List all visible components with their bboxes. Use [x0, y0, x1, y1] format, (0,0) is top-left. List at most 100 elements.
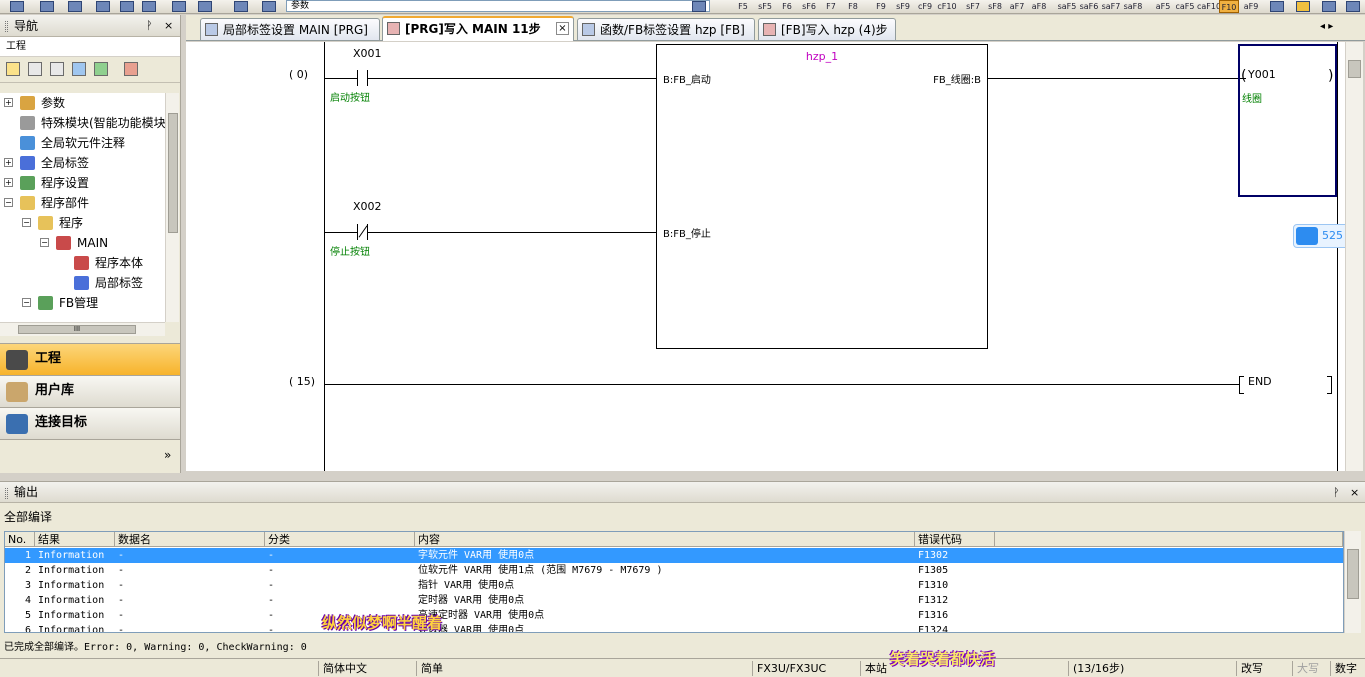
- function-key-button[interactable]: F5: [733, 0, 753, 13]
- tree-vertical-scrollbar[interactable]: [165, 93, 179, 322]
- function-block[interactable]: hzp_1 B:FB_启动 B:FB_停止 FB_线圈:B: [656, 44, 988, 349]
- function-key-button[interactable]: saF6: [1079, 0, 1099, 13]
- contact-x002-left[interactable]: [357, 224, 358, 240]
- function-key-button[interactable]: aF7: [1007, 0, 1027, 13]
- function-key-button[interactable]: F6: [777, 0, 797, 13]
- function-key-button[interactable]: saF7: [1101, 0, 1121, 13]
- col-header-result[interactable]: 结果: [35, 532, 115, 547]
- toolbar-options-icon[interactable]: [1346, 1, 1360, 12]
- table-row[interactable]: 5 Information - - 高速定时器 VAR用 使用0点 F1316: [5, 608, 1343, 623]
- close-icon[interactable]: ×: [164, 15, 173, 37]
- write-mode-icon[interactable]: [1296, 1, 1310, 12]
- function-key-button[interactable]: cF10: [937, 0, 957, 13]
- copy-icon[interactable]: [28, 62, 42, 76]
- collapse-icon[interactable]: −: [4, 198, 13, 207]
- output-vertical-scrollbar[interactable]: [1344, 531, 1361, 633]
- new-item-icon[interactable]: [6, 62, 20, 76]
- find-icon[interactable]: [234, 1, 248, 12]
- tree-horizontal-scrollbar[interactable]: III: [0, 322, 165, 336]
- collapse-icon[interactable]: −: [22, 298, 31, 307]
- cloud-download-badge[interactable]: 525: [1293, 224, 1349, 248]
- device-icon[interactable]: [262, 1, 276, 12]
- nav-button-project[interactable]: 工程: [0, 343, 180, 375]
- coil-selection-cursor[interactable]: [1238, 44, 1337, 197]
- compile-icon[interactable]: [142, 1, 156, 12]
- project-icon[interactable]: [10, 1, 24, 12]
- table-row[interactable]: 4 Information - - 定时器 VAR用 使用0点 F1312: [5, 593, 1343, 608]
- property-icon[interactable]: [72, 62, 86, 76]
- scroll-thumb[interactable]: [1348, 60, 1361, 78]
- tab-local-label-main[interactable]: 局部标签设置 MAIN [PRG]: [200, 18, 380, 40]
- expand-icon[interactable]: +: [4, 178, 13, 187]
- paste-icon[interactable]: [50, 62, 64, 76]
- read-mode-icon[interactable]: [1322, 1, 1336, 12]
- tab-fb-write-hzp[interactable]: [FB]写入 hzp (4)步: [758, 18, 896, 40]
- nav-button-user-library[interactable]: 用户库: [0, 375, 180, 407]
- function-key-button[interactable]: saF8: [1123, 0, 1143, 13]
- dropdown-icon[interactable]: [692, 1, 706, 12]
- end-instruction[interactable]: END: [1248, 375, 1272, 388]
- grip-icon[interactable]: [5, 21, 8, 32]
- table-row[interactable]: 6 Information - - 计数器 VAR用 使用0点 F1324: [5, 623, 1343, 632]
- col-header-content[interactable]: 内容: [415, 532, 915, 547]
- function-key-button[interactable]: caF10: [1197, 0, 1221, 13]
- function-key-button[interactable]: F7: [821, 0, 841, 13]
- editor-vertical-scrollbar[interactable]: [1345, 42, 1363, 471]
- print-icon[interactable]: [96, 1, 110, 12]
- tab-close-icon[interactable]: ×: [556, 22, 569, 35]
- expand-icon[interactable]: +: [4, 158, 13, 167]
- tab-scroll-arrows[interactable]: ◂ ▸: [1320, 21, 1333, 32]
- col-header-no[interactable]: No.: [5, 532, 35, 547]
- more-icon[interactable]: »: [164, 448, 171, 462]
- hscroll-thumb[interactable]: III: [18, 325, 136, 334]
- nav-button-connection[interactable]: 连接目标: [0, 407, 180, 439]
- pin-icon[interactable]: ᚹ: [146, 15, 153, 37]
- collapse-icon[interactable]: −: [22, 218, 31, 227]
- function-key-button[interactable]: F10: [1219, 0, 1239, 13]
- function-key-button[interactable]: cF9: [915, 0, 935, 13]
- contact-x001-left[interactable]: [357, 70, 358, 86]
- monitor-icon[interactable]: [120, 1, 134, 12]
- contact-x002-label[interactable]: X002: [353, 200, 382, 213]
- contact-x001-label[interactable]: X001: [353, 47, 382, 60]
- view-icon[interactable]: [172, 1, 186, 12]
- table-row[interactable]: 1 Information - - 字软元件 VAR用 使用0点 F1302: [5, 548, 1343, 563]
- coil-y001-label[interactable]: Y001: [1248, 68, 1276, 81]
- function-key-button[interactable]: F9: [871, 0, 891, 13]
- close-icon[interactable]: ×: [1350, 482, 1359, 503]
- ladder-editor[interactable]: ( 0) X001 启动按钮 X002 停止按钮 hzp_1 B:FB_启动 B…: [186, 42, 1349, 471]
- settings-dropdown-icon[interactable]: [124, 62, 138, 76]
- function-key-button[interactable]: saF5: [1057, 0, 1077, 13]
- scroll-thumb[interactable]: [168, 113, 178, 233]
- table-row[interactable]: 3 Information - - 指针 VAR用 使用0点 F1310: [5, 578, 1343, 593]
- function-key-button[interactable]: sF9: [893, 0, 913, 13]
- table-row[interactable]: 2 Information - - 位软元件 VAR用 使用1点 (范围 M7679 -…: [5, 563, 1343, 578]
- function-key-button[interactable]: sF5: [755, 0, 775, 13]
- collapse-icon[interactable]: −: [40, 238, 49, 247]
- pin-icon[interactable]: ᚹ: [1333, 482, 1340, 503]
- function-key-button[interactable]: F8: [843, 0, 863, 13]
- function-key-button[interactable]: sF7: [963, 0, 983, 13]
- col-header-data-name[interactable]: 数据名: [115, 532, 265, 547]
- tab-fb-label-hzp[interactable]: 函数/FB标签设置 hzp [FB]: [577, 18, 755, 40]
- col-header-error-code[interactable]: 错误代码: [915, 532, 995, 547]
- grip-icon[interactable]: [5, 488, 8, 499]
- open-icon[interactable]: [40, 1, 54, 12]
- save-icon[interactable]: [68, 1, 82, 12]
- function-key-button[interactable]: sF6: [799, 0, 819, 13]
- rung-line: [368, 232, 656, 233]
- function-key-button[interactable]: aF9: [1241, 0, 1261, 13]
- function-key-button[interactable]: sF8: [985, 0, 1005, 13]
- zoom-icon[interactable]: [198, 1, 212, 12]
- tab-prg-write-main[interactable]: [PRG]写入 MAIN 11步 ×: [382, 16, 574, 41]
- ladder-mode-icon[interactable]: [1270, 1, 1284, 12]
- toolbar-combo[interactable]: 参数: [286, 0, 710, 12]
- label-icon: [74, 276, 89, 290]
- col-header-category[interactable]: 分类: [265, 532, 415, 547]
- function-key-button[interactable]: aF8: [1029, 0, 1049, 13]
- refresh-icon[interactable]: [94, 62, 108, 76]
- function-key-button[interactable]: aF5: [1153, 0, 1173, 13]
- function-key-button[interactable]: caF5: [1175, 0, 1195, 13]
- expand-icon[interactable]: +: [4, 98, 13, 107]
- scroll-thumb[interactable]: [1347, 549, 1359, 599]
